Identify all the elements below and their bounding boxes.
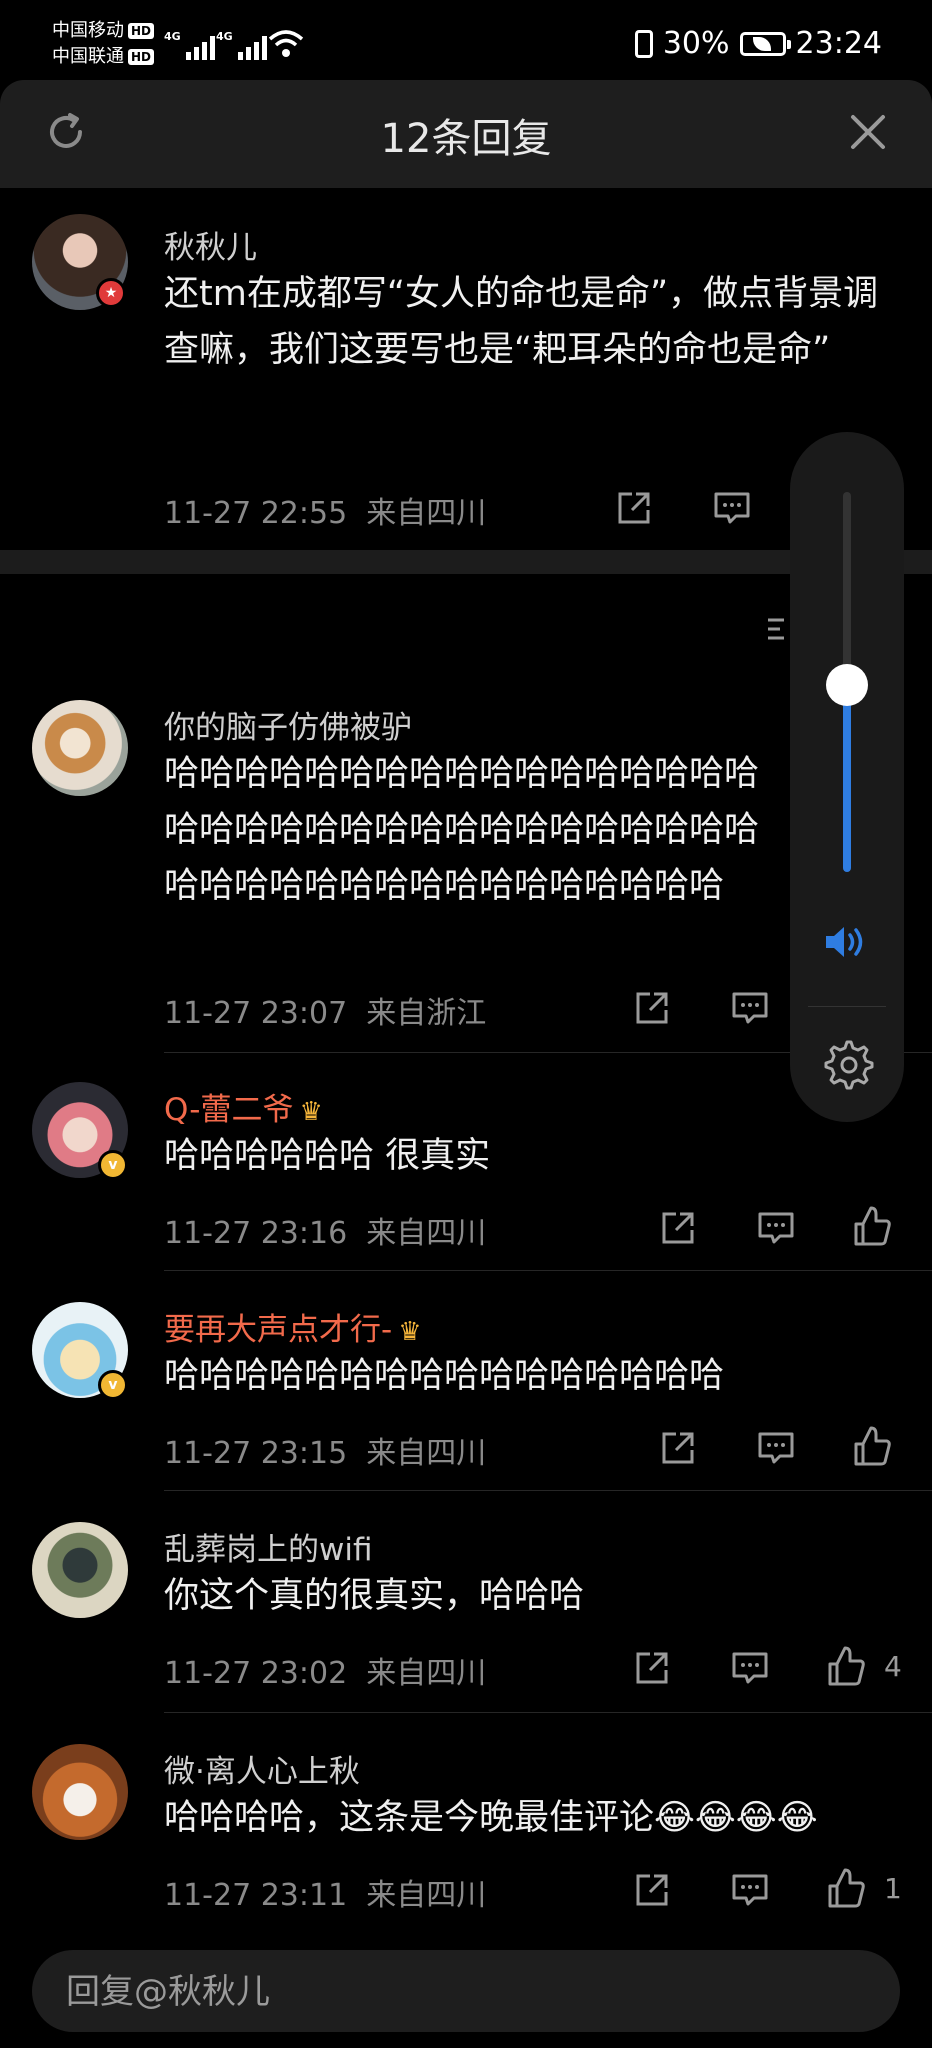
share-icon[interactable] [632, 1648, 672, 1688]
page-title: 12条回复 [380, 116, 552, 162]
comment-username[interactable]: 秋秋儿 [164, 222, 257, 267]
like-count: 1 [884, 1872, 902, 1905]
volume-divider [808, 1006, 886, 1007]
comment-meta: 11-27 23:11 来自四川 [164, 1878, 487, 1913]
comment-icon[interactable] [712, 488, 752, 528]
comment-meta: 11-27 23:15 来自四川 [164, 1436, 487, 1471]
share-icon[interactable] [632, 988, 672, 1028]
crown-icon: ♛ [398, 1317, 422, 1347]
comment-username[interactable]: Q-蕾二爷 ♛ [164, 1084, 323, 1129]
status-right: 30% 23:24 [634, 26, 882, 61]
share-icon[interactable] [614, 488, 654, 528]
comment-icon[interactable] [730, 1648, 770, 1688]
volume-slider-handle[interactable] [826, 664, 868, 706]
reply-input[interactable] [64, 1950, 868, 2034]
like-icon[interactable] [852, 1424, 892, 1468]
avatar[interactable] [32, 700, 128, 796]
divider [164, 1712, 932, 1713]
carrier-2: 中国联通 [52, 46, 124, 67]
avatar[interactable] [32, 1744, 128, 1840]
close-icon[interactable] [848, 112, 888, 152]
hd-badge-1: HD [128, 23, 155, 39]
speaker-icon[interactable] [822, 922, 872, 962]
share-icon[interactable] [658, 1428, 698, 1468]
reply-bar [32, 1950, 900, 2034]
comment-username[interactable]: 乱葬岗上的wifi [164, 1524, 373, 1569]
like-icon[interactable] [826, 1644, 866, 1688]
share-icon[interactable] [632, 1870, 672, 1910]
avatar[interactable] [32, 1522, 128, 1618]
comment-meta: 11-27 23:07 来自浙江 [164, 996, 487, 1031]
battery-icon [739, 31, 791, 56]
comment-text: 你这个真的很真实，哈哈哈 [164, 1576, 585, 1616]
carrier-info: 中国移动 HD 中国联通 HD [52, 18, 155, 70]
verified-icon: v [98, 1150, 128, 1180]
verified-icon: v [98, 1370, 128, 1400]
crown-icon: ♛ [299, 1097, 323, 1127]
comment-text: 哈哈哈哈，这条是今晚最佳评论😂😂😂😂 [164, 1798, 818, 1838]
status-bar: 中国移动 HD 中国联通 HD 4G 4G 30% 23:24 [0, 0, 932, 80]
comment-text: 哈哈哈哈哈哈哈哈哈哈哈哈哈哈哈哈 [164, 1356, 725, 1396]
comment-meta: 11-27 23:16 来自四川 [164, 1216, 487, 1251]
wifi-icon [268, 30, 304, 57]
hd-badge-2: HD [128, 49, 155, 65]
comment-meta: 11-27 22:55 来自四川 [164, 496, 487, 531]
comment-icon[interactable] [756, 1428, 796, 1468]
like-count: 4 [884, 1650, 902, 1683]
comment-text: 哈哈哈哈哈哈 很真实 [164, 1136, 491, 1176]
like-icon[interactable] [852, 1204, 892, 1248]
comment-username[interactable]: 微·离人心上秋 [164, 1746, 360, 1791]
comment-icon[interactable] [730, 988, 770, 1028]
volume-panel [790, 432, 904, 1122]
comment-icon[interactable] [730, 1870, 770, 1910]
vibrate-icon [634, 29, 653, 58]
like-icon[interactable] [826, 1866, 866, 1910]
comment-username[interactable]: 你的脑子仿佛被驴 [164, 702, 412, 747]
divider [164, 1490, 932, 1491]
divider [164, 1270, 932, 1271]
comment-username[interactable]: 要再大声点才行- ♛ [164, 1304, 422, 1349]
clock: 23:24 [795, 26, 882, 61]
share-icon[interactable] [658, 1208, 698, 1248]
gear-icon[interactable] [820, 1036, 874, 1090]
comment-meta: 11-27 23:02 来自四川 [164, 1656, 487, 1691]
carrier-1: 中国移动 [52, 20, 124, 41]
badge-icon: ★ [96, 278, 126, 308]
volume-slider-fill [843, 677, 851, 872]
replies-header: 12条回复 [0, 80, 932, 188]
battery-percent: 30% [662, 26, 730, 61]
comment-icon[interactable] [756, 1208, 796, 1248]
comment-text: 哈哈哈哈哈哈哈哈哈哈哈哈哈哈哈哈哈哈哈哈哈哈哈哈哈哈哈哈哈哈哈哈哈哈哈哈哈哈哈哈… [164, 754, 760, 906]
signal-icon-1: 4G [164, 30, 215, 60]
comment-text: 还tm在成都写“女人的命也是命”，做点背景调查嘛，我们这要写也是“耙耳朵的命也是… [164, 274, 879, 370]
signal-icon-2: 4G [216, 30, 267, 60]
